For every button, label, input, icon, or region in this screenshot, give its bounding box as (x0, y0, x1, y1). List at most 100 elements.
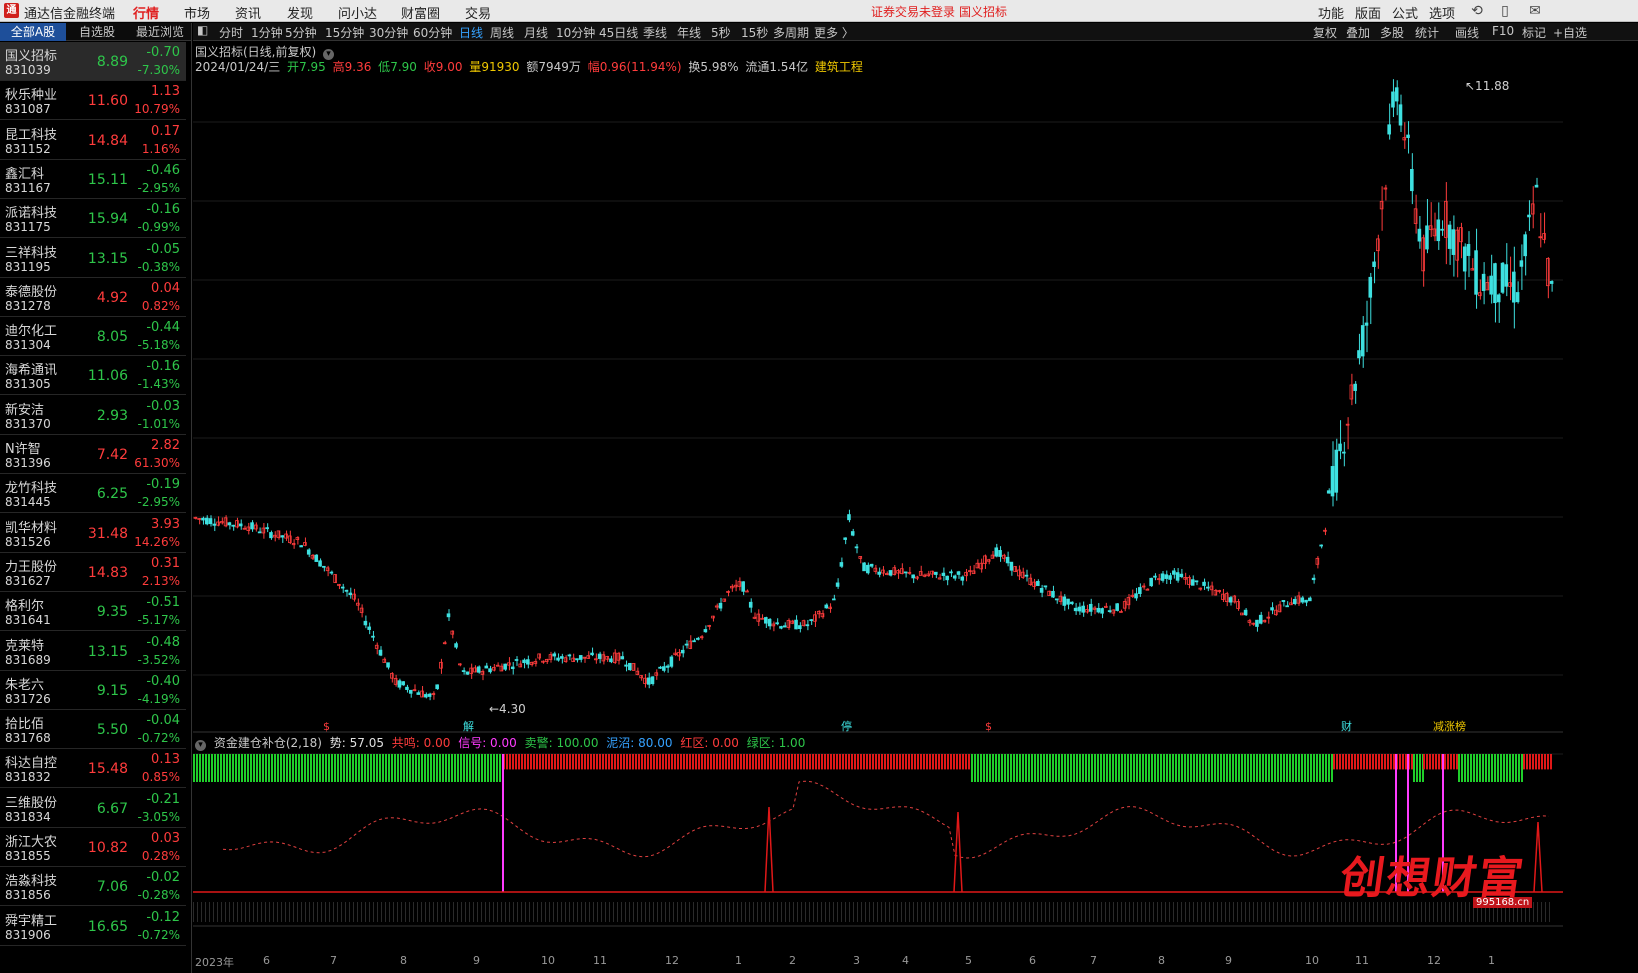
candle-body (794, 619, 798, 630)
refresh-icon[interactable]: ⟲ (1468, 2, 1486, 20)
period-tab[interactable]: 季线 (643, 24, 667, 41)
chart-tool-button[interactable]: 复权 (1313, 24, 1337, 41)
chart-tool-button[interactable]: 叠加 (1346, 24, 1370, 41)
panel-toggle-icon[interactable]: ◧ (197, 23, 208, 37)
period-tab[interactable]: 60分钟 (413, 24, 452, 41)
volume-tick (289, 902, 290, 922)
stock-row[interactable]: 龙竹科技 831445 6.25 -0.19 -2.95% (0, 474, 186, 514)
menu-banmian[interactable]: 版面 (1355, 3, 1381, 22)
candle-body (809, 619, 813, 622)
chart-tool-button[interactable]: 标记 (1522, 24, 1546, 41)
volume-tick (1017, 902, 1018, 922)
period-tab[interactable]: 45日线 (599, 24, 638, 41)
candle-body (1096, 607, 1101, 613)
stock-row[interactable]: 浙江大农 831855 10.82 0.03 0.28% (0, 828, 186, 867)
indicator-band-green (1307, 754, 1309, 782)
chart-tool-button[interactable]: 统计 (1415, 24, 1439, 41)
stock-row[interactable]: 派诺科技 831175 15.94 -0.16 -0.99% (0, 199, 186, 239)
period-tab[interactable]: 分时 (219, 24, 243, 41)
candle-body (998, 550, 1002, 557)
volume-tick (1321, 902, 1322, 922)
indicator-band-green (349, 754, 351, 782)
chart-tool-button[interactable]: 多股 (1380, 24, 1404, 41)
period-tab[interactable]: 多周期 (773, 24, 809, 41)
menu-wenxiaoda[interactable]: 问小达 (338, 3, 377, 22)
period-tab[interactable]: 30分钟 (369, 24, 408, 41)
stock-row[interactable]: 克莱特 831689 13.15 -0.48 -3.52% (0, 632, 186, 671)
menu-jiaoyi[interactable]: 交易 (465, 3, 491, 22)
stock-row[interactable]: 秋乐种业 831087 11.60 1.13 10.79% (0, 81, 186, 121)
stock-row[interactable]: 海希通讯 831305 11.06 -0.16 -1.43% (0, 356, 186, 396)
stock-row[interactable]: 浩淼科技 831856 7.06 -0.02 -0.28% (0, 867, 186, 907)
stock-row[interactable]: 三维股份 831834 6.67 -0.21 -3.05% (0, 789, 186, 828)
stock-price: 7.06 (96, 879, 128, 896)
stock-row[interactable]: 泰德股份 831278 4.92 0.04 0.82% (0, 278, 186, 317)
indicator-band-green (382, 754, 384, 782)
menu-hangqing[interactable]: 行情 (133, 3, 160, 26)
stock-row[interactable]: 格利尔 831641 9.35 -0.51 -5.17% (0, 592, 186, 632)
menu-faxian[interactable]: 发现 (287, 3, 313, 22)
stock-row[interactable]: 拾比佰 831768 5.50 -0.04 -0.72% (0, 710, 186, 750)
period-tab[interactable]: 周线 (490, 24, 514, 41)
volume-tick (281, 902, 282, 922)
period-tab[interactable]: 5分钟 (285, 24, 317, 41)
period-tab[interactable]: 月线 (524, 24, 548, 41)
indicator-band-red (965, 754, 967, 770)
period-tab[interactable]: 年线 (677, 24, 701, 41)
indicator-band-green (1139, 754, 1141, 782)
mail-icon[interactable]: ✉ (1526, 2, 1544, 20)
stock-row[interactable]: 朱老六 831726 9.15 -0.40 -4.19% (0, 671, 186, 710)
phone-icon[interactable]: ▯ (1496, 2, 1514, 20)
stock-row[interactable]: 昆工科技 831152 14.84 0.17 1.16% (0, 121, 186, 160)
indicator-band-red (581, 754, 583, 770)
period-tab[interactable]: 15秒 (741, 24, 768, 41)
menu-shichang[interactable]: 市场 (184, 3, 210, 22)
menu-gongneng[interactable]: 功能 (1318, 3, 1344, 22)
stock-row[interactable]: 凯华材料 831526 31.48 3.93 14.26% (0, 514, 186, 553)
tab-favorites[interactable]: 自选股 (66, 23, 128, 41)
stock-price: 7.42 (96, 447, 128, 463)
stock-row[interactable]: 科达自控 831832 15.48 0.13 0.85% (0, 749, 186, 789)
stock-row[interactable]: 新安洁 831370 2.93 -0.03 -1.01% (0, 396, 186, 435)
menu-gongshi[interactable]: 公式 (1392, 3, 1418, 22)
indicator-band-green (244, 754, 246, 782)
indicator-band-green (388, 754, 390, 782)
indicator-band-red (1339, 754, 1341, 770)
info-sector[interactable]: 建筑工程 (815, 60, 863, 74)
period-tab[interactable]: 日线 (459, 24, 483, 41)
chart-tool-button[interactable]: 画线 (1455, 24, 1479, 41)
chart-tool-button[interactable]: F10 (1492, 24, 1514, 38)
indicator-settings-icon[interactable]: ▾ (195, 740, 206, 751)
period-tab[interactable]: 15分钟 (325, 24, 364, 41)
menu-xuanxiang[interactable]: 选项 (1429, 3, 1455, 22)
period-tab[interactable]: 5秒 (711, 24, 731, 41)
stock-row[interactable]: 国义招标 831039 8.89 -0.70 -7.30% (0, 42, 186, 81)
stock-row[interactable]: N许智 831396 7.42 2.82 61.30% (0, 435, 186, 474)
indicator-band-green (277, 754, 279, 782)
candle-body (1009, 561, 1014, 571)
volume-tick (1325, 902, 1326, 922)
chart-tool-button[interactable]: +自选 (1553, 24, 1587, 41)
indicator-band-green (980, 754, 982, 782)
volume-tick (305, 902, 306, 922)
stock-row[interactable]: 三祥科技 831195 13.15 -0.05 -0.38% (0, 239, 186, 278)
stock-row[interactable]: 迪尔化工 831304 8.05 -0.44 -5.18% (0, 317, 186, 357)
menu-zixun[interactable]: 资讯 (235, 3, 261, 22)
stock-row[interactable]: 鑫汇科 831167 15.11 -0.46 -2.95% (0, 160, 186, 199)
login-notice[interactable]: 证券交易未登录 (871, 3, 955, 20)
stock-row[interactable]: 力王股份 831627 14.83 0.31 2.13% (0, 553, 186, 592)
volume-tick (209, 902, 210, 922)
stock-row[interactable]: 舜宇精工 831906 16.65 -0.12 -0.72% (0, 907, 186, 946)
indicator-name[interactable]: 资金建仓补仓(2,18) (214, 736, 322, 750)
period-tab[interactable]: 更多 〉 (814, 24, 854, 41)
menu-caifuquan[interactable]: 财富圈 (401, 3, 440, 22)
candle-body (227, 522, 232, 526)
kline-chart-svg[interactable]: ↖11.88 ←4.30 $ 解 停 $ 财 减涨榜 (193, 42, 1638, 973)
candle-body (945, 575, 949, 581)
tab-all-a-shares[interactable]: 全部A股 (0, 23, 66, 41)
period-tab[interactable]: 1分钟 (251, 24, 283, 41)
info-float-cap: 流通1.54亿 (745, 60, 809, 74)
tab-recent[interactable]: 最近浏览 (128, 23, 192, 41)
period-tab[interactable]: 10分钟 (556, 24, 595, 41)
indicator-band-red (1523, 754, 1525, 770)
